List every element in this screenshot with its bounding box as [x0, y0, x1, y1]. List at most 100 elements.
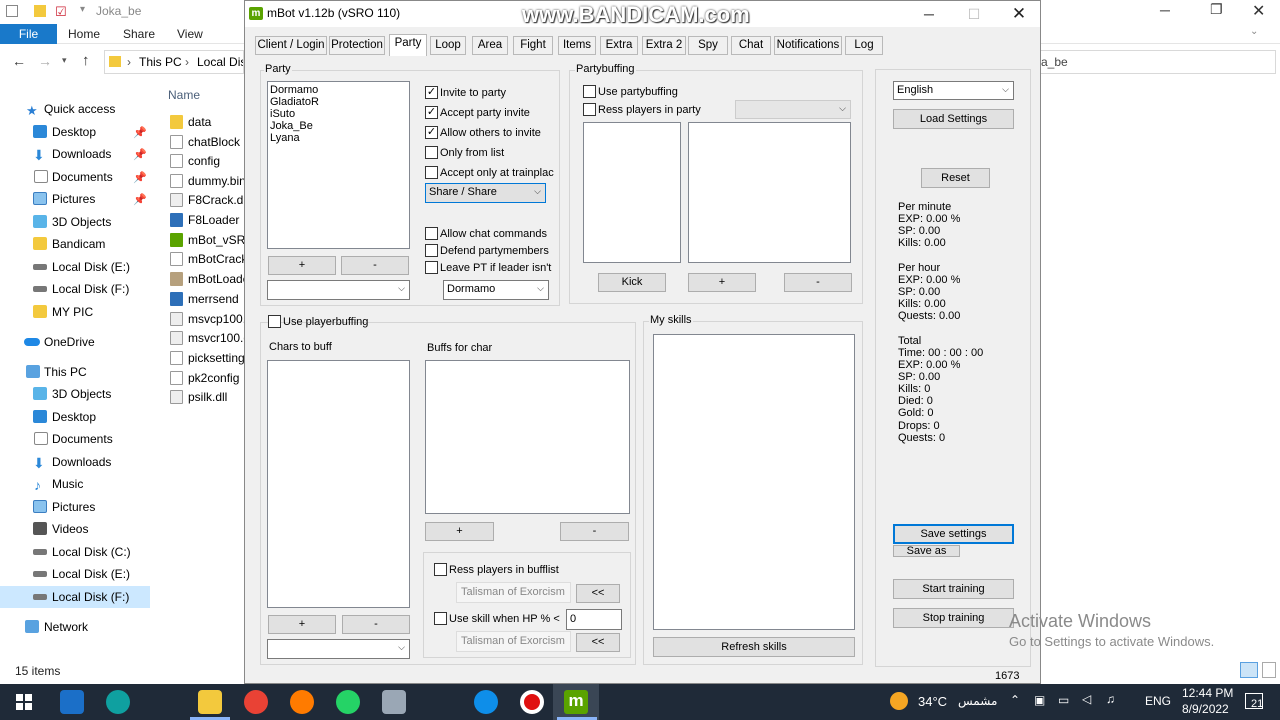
my-skills-list[interactable] [653, 334, 855, 630]
buffs-for-char-list[interactable] [425, 360, 630, 514]
input-language[interactable]: ENG [1145, 694, 1171, 708]
party-members-list[interactable]: Dormamo GladiatoR iSuto Joka_Be Lyana [267, 81, 410, 249]
edge-icon[interactable] [106, 690, 130, 714]
up-arrow-icon[interactable]: ↑ [82, 52, 90, 69]
chars-to-buff-list[interactable] [267, 360, 410, 608]
tab-area[interactable]: Area [472, 36, 508, 55]
forward-arrow-icon[interactable]: → [38, 53, 52, 69]
nav-item-my-pic[interactable]: MY PIC [0, 301, 150, 323]
list-item[interactable]: Joka_Be [270, 120, 407, 132]
party-add-button[interactable]: + [268, 256, 336, 275]
save-settings-button[interactable]: Save settings [893, 524, 1014, 544]
use-playerbuffing-checkbox[interactable]: Use playerbuffing [268, 315, 368, 329]
chrome-icon[interactable] [244, 690, 268, 714]
teamviewer-icon[interactable] [474, 690, 498, 714]
explorer-minimize-button[interactable]: ─ [1160, 2, 1170, 18]
nav-item-local-disk-f[interactable]: Local Disk (F:) [0, 278, 150, 300]
tab-log[interactable]: Log [845, 36, 883, 55]
tab-loop[interactable]: Loop [430, 36, 466, 55]
list-item[interactable]: iSuto [270, 108, 407, 120]
clock-time[interactable]: 12:44 PM [1182, 686, 1233, 700]
whatsapp-icon[interactable] [336, 690, 360, 714]
party-remove-button[interactable]: - [341, 256, 409, 275]
weather-sun-icon[interactable] [890, 692, 908, 710]
address-bar[interactable]: › This PC › Local Disk [104, 50, 244, 74]
hp-percent-input[interactable]: 0 [566, 609, 622, 630]
tab-notifications[interactable]: Notifications [774, 36, 842, 55]
network-icon[interactable]: ▭ [1058, 693, 1069, 707]
weather-desc[interactable]: مشمس [958, 694, 997, 708]
mbot-maximize-button[interactable]: ☐ [952, 1, 996, 27]
nav-pc-videos[interactable]: Videos [0, 518, 150, 540]
nav-pc-music[interactable]: ♪ Music [0, 473, 150, 495]
ribbon-tab-file[interactable]: File [0, 24, 57, 44]
ribbon-expand-icon[interactable]: ⌄ [1250, 26, 1258, 37]
partybuff-members-list[interactable] [583, 122, 681, 263]
partybuff-remove-button[interactable]: - [784, 273, 852, 292]
mail-icon[interactable] [60, 690, 84, 714]
reset-button[interactable]: Reset [921, 168, 990, 188]
details-view-icon[interactable] [1240, 662, 1258, 678]
nav-item-desktop[interactable]: Desktop 📌 [0, 121, 150, 143]
nav-this-pc[interactable]: This PC [0, 361, 150, 383]
ress-skill-select[interactable]: ⌵ [735, 100, 851, 119]
breadcrumb-this-pc[interactable]: This PC [139, 51, 182, 73]
tab-chat[interactable]: Chat [731, 36, 771, 55]
file-explorer-icon[interactable] [198, 690, 222, 714]
search-input[interactable]: a_be [1036, 50, 1276, 74]
hp-skill-pick-button[interactable]: << [576, 633, 620, 652]
start-button[interactable] [16, 694, 32, 710]
firefox-icon[interactable] [290, 690, 314, 714]
nav-pc-local-disk-c[interactable]: Local Disk (C:) [0, 541, 150, 563]
ribbon-tab-home[interactable]: Home [68, 24, 100, 44]
nav-pc-local-disk-f[interactable]: Local Disk (F:) [0, 586, 150, 608]
weather-temp[interactable]: 34°C [918, 694, 947, 709]
party-member-select[interactable]: ⌵ [267, 280, 410, 300]
list-item[interactable]: GladiatoR [270, 96, 407, 108]
mbot-close-button[interactable]: ✕ [997, 1, 1041, 27]
tab-protection[interactable]: Protection [329, 36, 385, 55]
nav-onedrive[interactable]: OneDrive [0, 331, 150, 353]
chars-add-button[interactable]: + [268, 615, 336, 634]
ribbon-tab-view[interactable]: View [177, 24, 203, 44]
buffs-add-button[interactable]: + [425, 522, 494, 541]
tab-extra[interactable]: Extra [600, 36, 638, 55]
chars-remove-button[interactable]: - [342, 615, 410, 634]
ress-skill-field[interactable]: Talisman of Exorcism [456, 582, 571, 603]
tab-items[interactable]: Items [558, 36, 596, 55]
nav-pc-pictures[interactable]: Pictures [0, 496, 150, 518]
buffs-remove-button[interactable]: - [560, 522, 629, 541]
clock-date[interactable]: 8/9/2022 [1182, 702, 1229, 716]
nav-pc-desktop[interactable]: Desktop [0, 406, 150, 428]
nav-item-pictures[interactable]: Pictures 📌 [0, 188, 150, 210]
save-as-button[interactable]: Save as [893, 545, 960, 557]
tab-fight[interactable]: Fight [513, 36, 553, 55]
volume-icon[interactable]: ◁ [1082, 692, 1091, 706]
tray-app-icon[interactable]: ▣ [1034, 693, 1045, 707]
nav-pc-downloads[interactable]: ⬇ Downloads [0, 451, 150, 473]
back-arrow-icon[interactable]: ← [12, 53, 26, 69]
start-training-button[interactable]: Start training [893, 579, 1014, 599]
explorer-maximize-button[interactable]: ❐ [1210, 1, 1223, 18]
nav-item-bandicam[interactable]: Bandicam [0, 233, 150, 255]
nav-item-3d-objects[interactable]: 3D Objects [0, 211, 150, 233]
qat-dropdown-icon[interactable]: ▾ [80, 4, 85, 15]
explorer-close-button[interactable]: ✕ [1252, 1, 1265, 21]
speaker-icon[interactable]: ♫ [1106, 692, 1115, 706]
nav-quick-access[interactable]: ★ Quick access [0, 98, 150, 120]
checkmark-icon[interactable]: ☑ [55, 4, 67, 20]
kick-button[interactable]: Kick [598, 273, 666, 292]
nav-network[interactable]: Network [0, 616, 150, 638]
share-mode-select[interactable]: Share / Share ⌵ [425, 183, 546, 203]
recent-dropdown-icon[interactable]: ▾ [62, 55, 67, 66]
explorer-sysmenu-icon[interactable] [6, 5, 18, 17]
char-select[interactable]: ⌵ [267, 639, 410, 659]
nav-item-local-disk-e[interactable]: Local Disk (E:) [0, 256, 150, 278]
nav-item-downloads[interactable]: ⬇ Downloads 📌 [0, 143, 150, 165]
list-item[interactable]: Dormamo [270, 84, 407, 96]
nav-pc-local-disk-e[interactable]: Local Disk (E:) [0, 563, 150, 585]
language-select[interactable]: English ⌵ [893, 81, 1014, 100]
ribbon-tab-share[interactable]: Share [123, 24, 155, 44]
bandicam-icon[interactable] [520, 690, 544, 714]
stop-training-button[interactable]: Stop training [893, 608, 1014, 628]
